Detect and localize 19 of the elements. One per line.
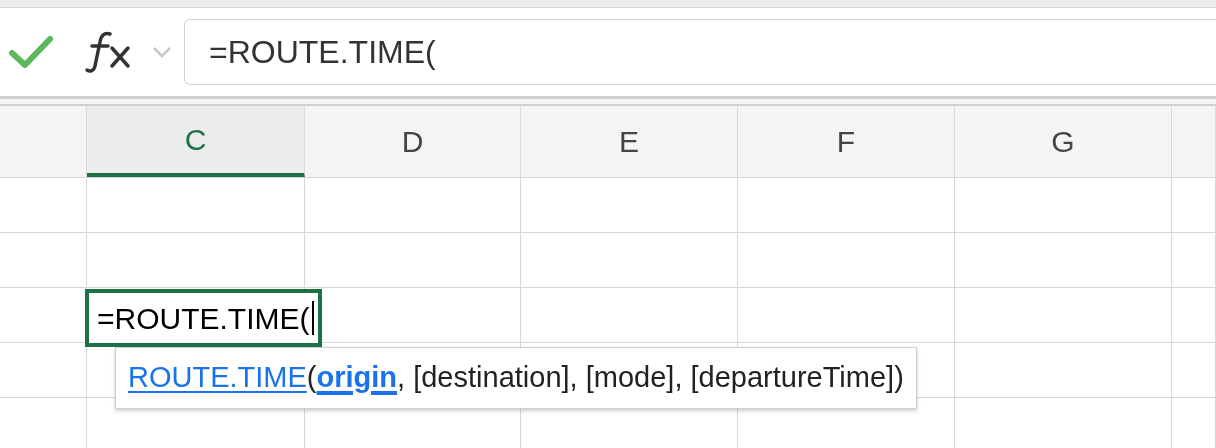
function-link[interactable]: ROUTE.TIME: [128, 356, 307, 400]
column-header[interactable]: C: [87, 106, 305, 177]
column-header[interactable]: D: [305, 106, 521, 177]
tooltip-text: ): [894, 360, 904, 396]
tooltip-text: ,: [569, 360, 579, 396]
formula-input[interactable]: =ROUTE.TIME(: [184, 19, 1216, 85]
column-header[interactable]: E: [521, 106, 738, 177]
column-header[interactable]: G: [955, 106, 1172, 177]
parameter: [departureTime]: [690, 360, 895, 396]
checkmark-icon[interactable]: [8, 33, 54, 71]
tooltip-text: ,: [397, 360, 407, 396]
chevron-down-icon[interactable]: [152, 46, 172, 58]
column-header[interactable]: F: [738, 106, 955, 177]
tooltip-text: ,: [674, 360, 684, 396]
parameter: origin: [316, 360, 398, 396]
parameter: [mode]: [585, 360, 675, 396]
parameter: [destination]: [413, 360, 570, 396]
tooltip-text: (: [306, 360, 317, 396]
active-cell-editor[interactable]: =ROUTE.TIME(: [85, 289, 322, 347]
